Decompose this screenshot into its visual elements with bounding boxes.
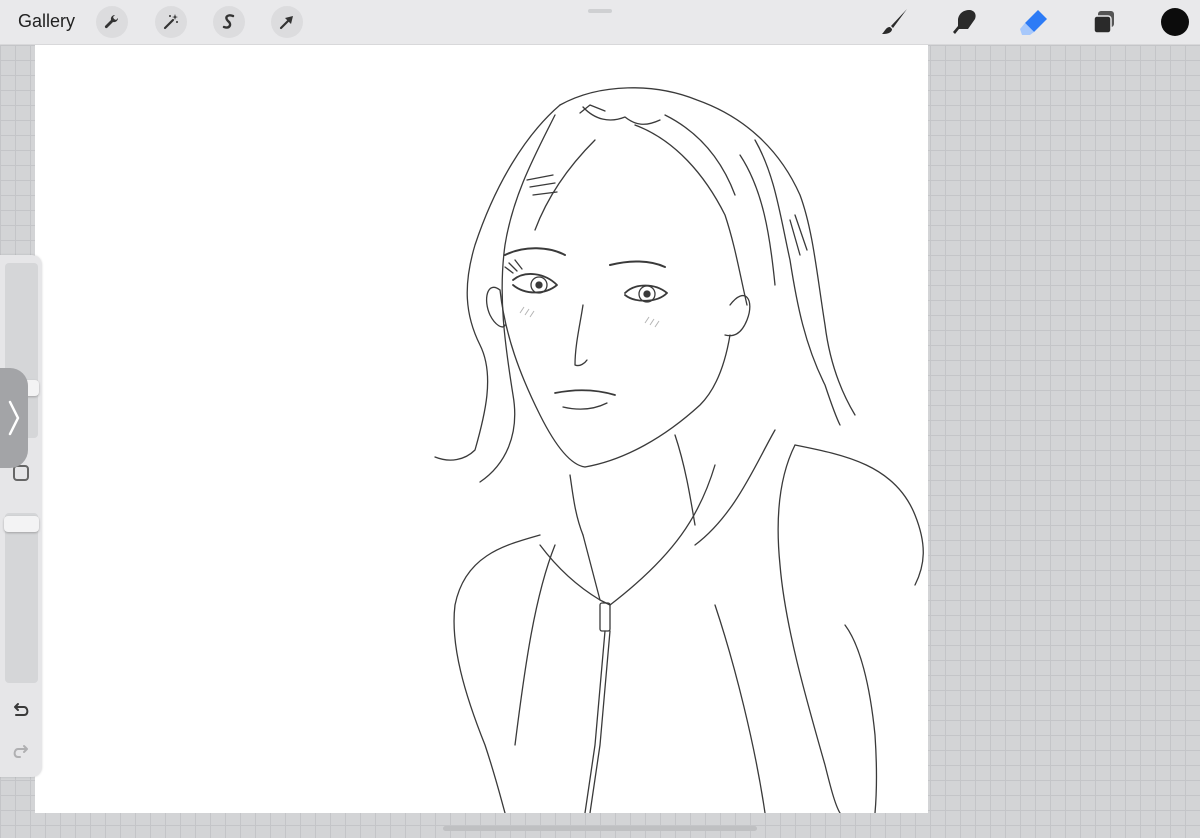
undo-button[interactable] [9,699,33,723]
arrow-cursor-icon [279,16,293,30]
gallery-button[interactable]: Gallery [18,11,75,32]
selection-s-icon [222,14,235,29]
smudge-finger-icon [953,10,976,34]
eraser-icon [1020,10,1047,35]
smudge-tool-button[interactable] [948,6,980,38]
drawing-canvas[interactable] [35,45,928,813]
adjustments-button[interactable] [155,6,187,38]
actions-button[interactable] [96,6,128,38]
selection-button[interactable] [213,6,245,38]
brush-icon [882,9,907,34]
layers-icon [1093,11,1114,34]
character-sketch [434,87,924,813]
toolbar-grabber[interactable] [588,9,612,13]
brush-tool-button[interactable] [878,6,910,38]
color-swatch[interactable] [1161,8,1189,36]
eraser-tool-button[interactable] [1018,6,1050,38]
transform-button[interactable] [271,6,303,38]
top-toolbar: Gallery [0,0,1200,45]
magic-wand-icon [163,14,178,30]
modify-button[interactable] [13,465,29,481]
opacity-knob[interactable] [4,516,39,532]
wrench-icon [104,14,119,29]
sidebar-expand-tab[interactable] [0,368,28,468]
chevron-right-icon [8,400,20,436]
redo-button[interactable] [9,741,33,765]
home-indicator[interactable] [443,826,757,831]
redo-icon [13,745,28,758]
opacity-slider[interactable] [5,513,38,683]
left-sidebar [0,255,42,777]
layers-button[interactable] [1088,6,1120,38]
undo-icon [14,703,29,716]
